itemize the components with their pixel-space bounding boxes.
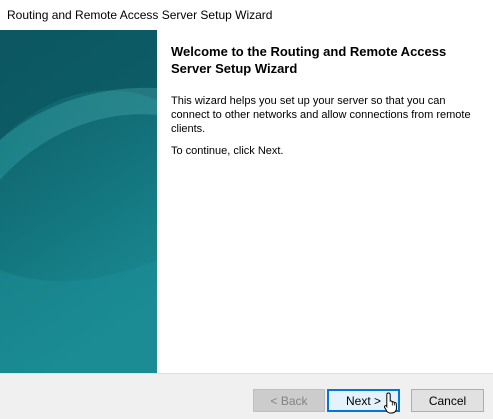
banner-graphic <box>0 30 157 373</box>
wizard-banner-image <box>0 30 157 373</box>
title-bar: Routing and Remote Access Server Setup W… <box>0 0 493 30</box>
window-title: Routing and Remote Access Server Setup W… <box>7 8 273 22</box>
instruction-text: To continue, click Next. <box>171 145 284 157</box>
back-button[interactable]: < Back <box>253 389 325 412</box>
cancel-button[interactable]: Cancel <box>411 389 484 412</box>
button-bar: < Back Next > Cancel <box>0 373 493 419</box>
wizard-content: Welcome to the Routing and Remote Access… <box>157 30 493 373</box>
description-text: This wizard helps you set up your server… <box>171 95 471 135</box>
hand-pointer-icon <box>384 392 398 414</box>
welcome-heading: Welcome to the Routing and Remote Access… <box>171 44 447 76</box>
